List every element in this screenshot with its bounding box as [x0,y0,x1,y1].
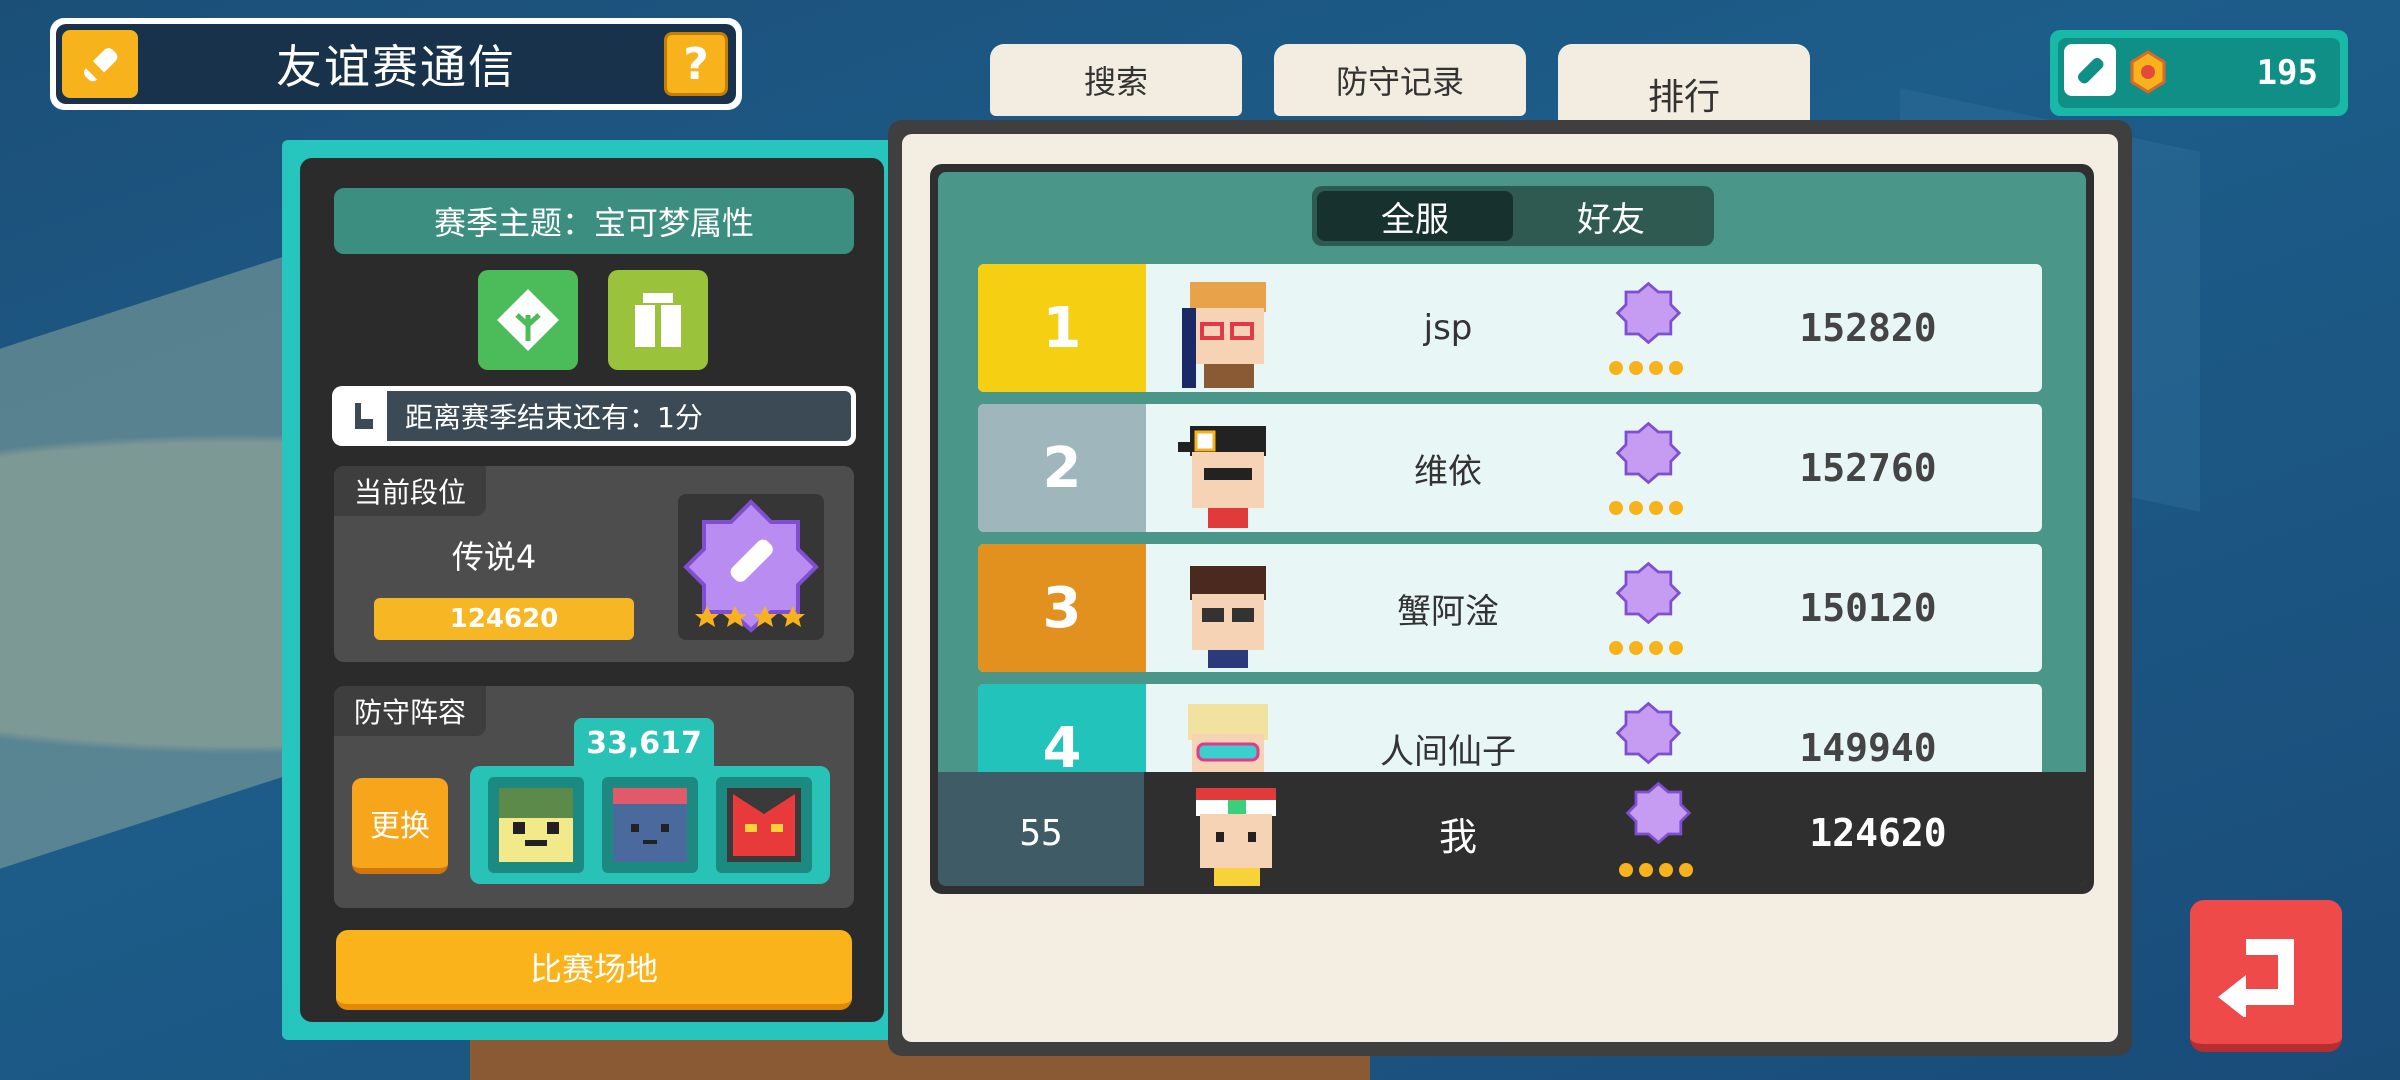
rank-number: 1 [978,264,1146,392]
team-power: 33,617 [574,718,714,768]
filter-all-server[interactable]: 全服 [1317,191,1513,241]
legend-rank-badge [1609,281,1683,375]
tab-defense-log[interactable]: 防守记录 [1274,44,1526,116]
back-button[interactable] [2190,900,2342,1052]
team-member-3[interactable] [716,777,812,873]
leaderboard-row[interactable]: 3 蟹阿淦 150120 [978,544,2042,672]
my-name: 我 [1438,814,1477,859]
ranking-panel: 全服 好友 1 jsp 152820 2 维依 152760 3 蟹阿淦 150… [888,120,2132,1056]
star-icon [1609,501,1683,515]
leaderboard-row[interactable]: 1 jsp 152820 [978,264,2042,392]
my-rank-row[interactable]: 55 我 124620 [938,772,2086,886]
page-title: 友谊赛通信 [276,40,516,94]
player-name: 维依 [1414,451,1482,492]
grass-type-icon[interactable] [478,270,578,370]
rank-tier: 传说4 [451,538,537,576]
current-rank-label: 当前段位 [334,466,487,516]
normal-type-icon[interactable] [608,270,708,370]
defense-team-box: 防守阵容 33,617 更换 [334,686,854,908]
player-score: 150120 [1799,586,1937,630]
change-team-button[interactable]: 更换 [352,778,448,874]
team-member-1[interactable] [488,777,584,873]
filter-friends[interactable]: 好友 [1513,191,1709,241]
scope-toggle: 全服 好友 [1312,186,1714,246]
player-score: 152820 [1799,306,1937,350]
legend-rank-badge [1619,781,1693,877]
team-lineup [470,766,830,884]
rank-number: 3 [978,544,1146,672]
currency-display: 195 [2050,30,2348,116]
boot-icon [337,391,387,441]
handshake-icon [2064,44,2116,96]
player-name: jsp [1423,308,1473,348]
player-score: 152760 [1799,446,1937,490]
current-rank-box: 当前段位 传说4 124620 [334,466,854,662]
rank-badge[interactable] [678,494,824,640]
leaderboard-row[interactable]: 2 维依 152760 [978,404,2042,532]
star-icon [1609,641,1683,655]
team-member-2[interactable] [602,777,698,873]
star-icon [1619,863,1693,877]
venue-button[interactable]: 比赛场地 [336,930,852,1010]
player-avatar [1190,566,1266,668]
season-panel: 赛季主题：宝可梦属性 距离赛季结束还有：1分 当前段位 传说4 124620 防… [282,140,902,1040]
player-avatar [1178,426,1266,528]
legend-rank-badge [1609,561,1683,655]
leaderboard: 全服 好友 1 jsp 152820 2 维依 152760 3 蟹阿淦 150… [930,164,2094,894]
season-theme: 赛季主题：宝可梦属性 [334,188,854,254]
star-icon [1609,361,1683,375]
rank-number: 2 [978,404,1146,532]
handshake-icon [62,30,138,98]
my-rank-number: 55 [938,772,1144,886]
my-avatar [1196,788,1276,886]
rank-score: 124620 [374,598,634,640]
tab-search[interactable]: 搜索 [990,44,1242,116]
currency-value: 195 [2256,53,2318,93]
countdown-text: 距离赛季结束还有：1分 [405,401,703,434]
defense-label: 防守阵容 [334,686,487,736]
player-name: 蟹阿淦 [1397,591,1499,632]
my-score: 124620 [1809,811,1947,855]
help-button[interactable]: ? [664,32,728,96]
title-bar: 友谊赛通信 ? [50,18,742,110]
legend-rank-badge [1609,421,1683,515]
player-avatar [1182,282,1266,388]
return-arrow-icon [2218,939,2294,1017]
medal-icon [2128,50,2168,94]
season-countdown: 距离赛季结束还有：1分 [332,386,856,446]
